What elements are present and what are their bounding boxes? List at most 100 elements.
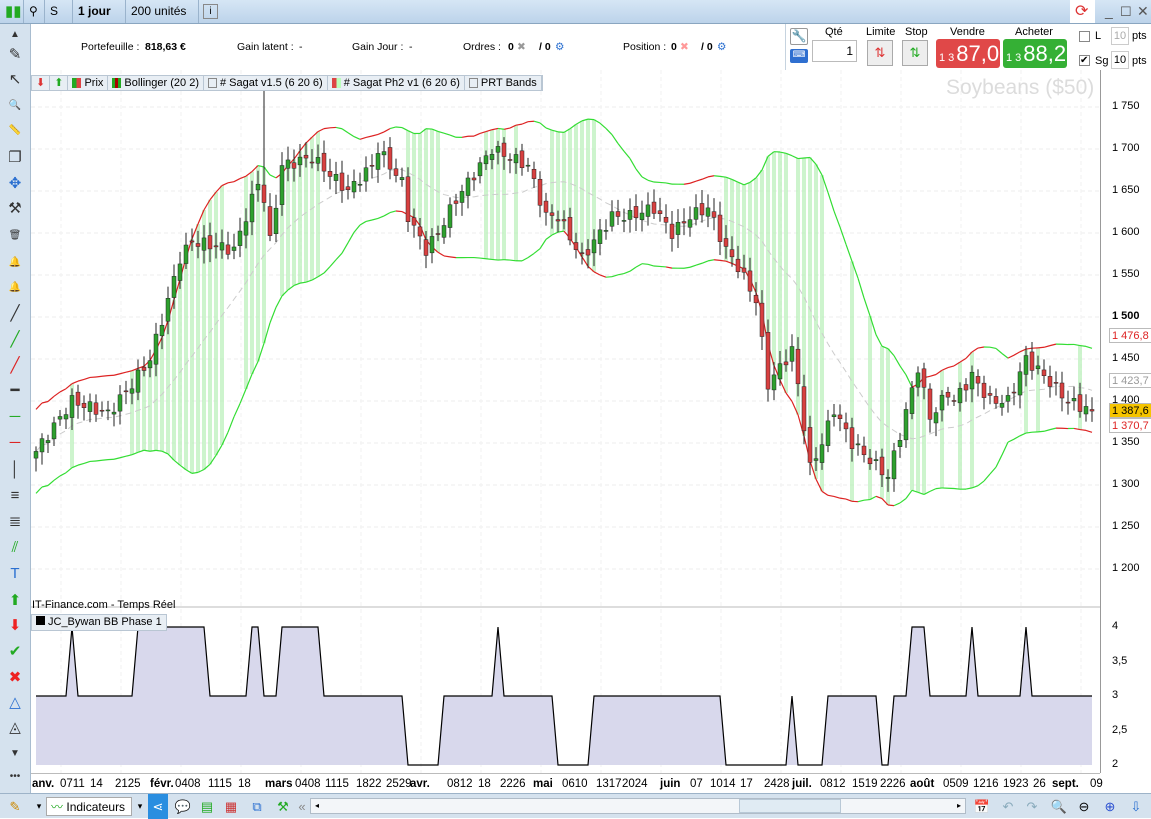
fib-fan-icon[interactable]: ≣ bbox=[3, 511, 27, 533]
trash-icon[interactable]: 🗑 bbox=[3, 225, 27, 247]
redo-icon[interactable]: ↷ bbox=[1022, 797, 1042, 816]
candle-body bbox=[538, 179, 542, 205]
line-icon[interactable]: ╱ bbox=[3, 303, 27, 325]
candle-body bbox=[808, 427, 812, 462]
red-ray-icon[interactable]: ─ bbox=[3, 432, 27, 454]
copy-icon[interactable]: ❐ bbox=[3, 147, 27, 169]
move-icon[interactable]: ✥ bbox=[3, 173, 27, 195]
horizontal-scrollbar[interactable]: ◂ ▸ bbox=[310, 798, 966, 814]
indicator-legend[interactable]: JC_Bywan BB Phase 1 bbox=[31, 614, 167, 631]
bollinger-lower-segment bbox=[36, 487, 42, 493]
auto-zoom-icon[interactable]: 🔍 bbox=[1048, 797, 1070, 816]
sell-arrow-icon[interactable]: ⬇ bbox=[3, 615, 27, 637]
sync-icon[interactable]: ⟳ bbox=[1070, 0, 1095, 23]
date-axis[interactable]: anv.0711142125févr.0408111518mars0408111… bbox=[31, 773, 1100, 793]
y-tick-label: 1 250 bbox=[1112, 520, 1140, 532]
drawing-dropdown[interactable]: ▾ bbox=[33, 797, 45, 816]
stop-guarantee-checkbox[interactable]: ✔ bbox=[1079, 55, 1090, 66]
price-badge-last: 1 387,6 bbox=[1109, 403, 1151, 418]
scroll-down-icon[interactable]: ▼ bbox=[3, 743, 27, 765]
orders-settings-icon[interactable]: ⚙ bbox=[555, 41, 564, 53]
alert-icon[interactable]: 🔔 bbox=[3, 252, 27, 274]
price-chart[interactable] bbox=[31, 70, 1100, 773]
period-dropdown[interactable]: 1 jour ▾ bbox=[73, 0, 126, 23]
stop-order-button[interactable]: ⇅ bbox=[902, 40, 928, 66]
indicators-button[interactable]: 〰 Indicateurs bbox=[46, 797, 132, 816]
bollinger-lower-segment bbox=[156, 450, 162, 451]
candle-body bbox=[472, 178, 476, 180]
scroll-up-icon[interactable]: ▲ bbox=[3, 24, 27, 46]
red-line-icon[interactable]: ╱ bbox=[3, 355, 27, 377]
keyboard-icon[interactable]: ⌨ bbox=[790, 49, 808, 63]
legend-sagat-v15[interactable]: # Sagat v1.5 (6 20 6) bbox=[204, 76, 328, 90]
info-icon[interactable]: i bbox=[203, 4, 218, 19]
limit-pts-input[interactable] bbox=[1111, 27, 1129, 45]
bollinger-upper-segment bbox=[894, 356, 900, 366]
legend-prt-bands[interactable]: PRT Bands bbox=[465, 76, 542, 90]
price-axis[interactable]: 1 7501 7001 6501 6001 5501 5001 4501 400… bbox=[1100, 70, 1151, 773]
share-icon[interactable]: ⋖ bbox=[148, 794, 168, 819]
pencil-icon[interactable]: ✎ bbox=[3, 44, 27, 66]
link-icon[interactable]: ⚲ bbox=[24, 0, 45, 23]
close-button[interactable]: ✕ bbox=[1132, 0, 1151, 23]
scrollbar-thumb[interactable] bbox=[739, 799, 841, 813]
cursor-icon[interactable]: ↖ bbox=[3, 69, 27, 91]
close-position-icon[interactable]: ✖ bbox=[680, 41, 689, 53]
magnifier-icon[interactable]: 🔍 bbox=[3, 95, 27, 117]
ruler-icon[interactable]: 📏 bbox=[3, 120, 27, 142]
legend-prix[interactable]: Prix bbox=[68, 76, 108, 90]
sell-button[interactable]: 1 387,0 bbox=[936, 39, 1000, 68]
indicators-dropdown[interactable]: ▾ bbox=[134, 797, 146, 816]
legend-bollinger[interactable]: Bollinger (20 2) bbox=[108, 76, 204, 90]
candlestick-icon[interactable]: ▮▮ bbox=[0, 0, 24, 23]
move-up-button[interactable]: ⬆ bbox=[50, 76, 68, 90]
collapse-icon[interactable]: « bbox=[296, 797, 308, 816]
pattern2-icon[interactable]: ◬ bbox=[3, 717, 27, 739]
buy-arrow-icon[interactable]: ⬆ bbox=[3, 590, 27, 612]
scroll-left-button[interactable]: ◂ bbox=[311, 799, 323, 813]
buy-button[interactable]: 1 388,2 bbox=[1003, 39, 1067, 68]
comment-icon[interactable]: 💬 bbox=[174, 797, 192, 816]
calendar-goto-icon[interactable]: 📅 bbox=[972, 797, 992, 816]
limit-checkbox[interactable] bbox=[1079, 31, 1090, 42]
green-line-icon[interactable]: ╱ bbox=[3, 329, 27, 351]
scroll-right-button[interactable]: ▸ bbox=[953, 799, 965, 813]
legend-sagat-ph2[interactable]: # Sagat Ph2 v1 (6 20 6) bbox=[328, 76, 465, 90]
sg-pts-input[interactable] bbox=[1111, 51, 1129, 69]
check-icon[interactable]: ✔ bbox=[3, 641, 27, 663]
pencil-chart-icon[interactable]: ✎ bbox=[3, 797, 27, 816]
alert-add-icon[interactable]: 🔔 bbox=[3, 277, 27, 299]
zoom-in-icon[interactable]: ⊕ bbox=[1100, 797, 1120, 816]
limit-order-button[interactable]: ⇅ bbox=[867, 40, 893, 66]
bollinger-upper-segment bbox=[390, 127, 396, 129]
report-icon[interactable]: ▤ bbox=[198, 797, 216, 816]
bollinger-upper-segment bbox=[1026, 348, 1032, 349]
pattern-icon[interactable]: △ bbox=[3, 692, 27, 714]
cancel-orders-icon[interactable]: ✖ bbox=[517, 41, 526, 53]
channel-icon[interactable]: ⫽ bbox=[3, 537, 27, 559]
position-settings-icon[interactable]: ⚙ bbox=[717, 41, 726, 53]
chart-settings-icon[interactable]: ⚒ bbox=[274, 797, 292, 816]
multi-chart-icon[interactable]: ⧉ bbox=[246, 797, 268, 816]
candle-body bbox=[964, 385, 968, 391]
quantity-input[interactable] bbox=[812, 40, 857, 62]
green-ray-icon[interactable]: ─ bbox=[3, 406, 27, 428]
tools-icon[interactable]: ⚒ bbox=[3, 198, 27, 220]
bollinger-lower-segment bbox=[684, 267, 690, 268]
scroll-to-end-icon[interactable]: ⇩ bbox=[1126, 797, 1146, 816]
vline-icon[interactable]: │ bbox=[3, 459, 27, 481]
symbol-dropdown[interactable]: S ▾ bbox=[45, 0, 73, 23]
hline-icon[interactable]: ━ bbox=[3, 380, 27, 402]
text-icon[interactable]: T bbox=[3, 563, 27, 585]
move-down-button[interactable]: ⬇ bbox=[32, 76, 50, 90]
orderbook-icon[interactable]: ▦ bbox=[222, 797, 240, 816]
more-icon[interactable]: ••• bbox=[3, 766, 27, 788]
candle-body bbox=[148, 361, 152, 368]
zoom-out-icon[interactable]: ⊖ bbox=[1074, 797, 1094, 816]
candle-body bbox=[946, 392, 950, 397]
units-dropdown[interactable]: 200 unités ▾ bbox=[126, 0, 199, 23]
cross-icon[interactable]: ✖ bbox=[3, 667, 27, 689]
wrench-icon[interactable]: 🔧 bbox=[790, 28, 808, 45]
fibonacci-icon[interactable]: ≡ bbox=[3, 485, 27, 507]
undo-icon[interactable]: ↶ bbox=[998, 797, 1018, 816]
